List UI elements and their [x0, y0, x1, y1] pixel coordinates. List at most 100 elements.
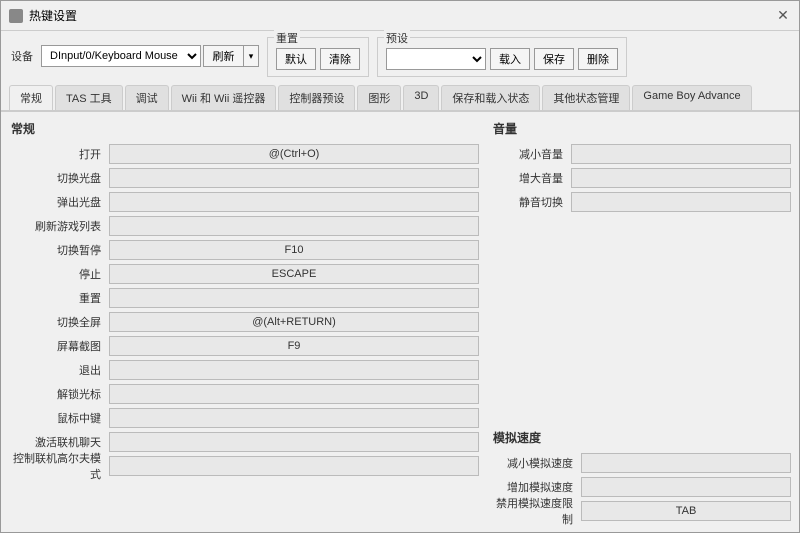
left-rows-container: 打开@(Ctrl+O)切换光盘弹出光盘刷新游戏列表切换暂停F10停止ESCAPE… [9, 143, 479, 479]
close-button[interactable]: ✕ [775, 8, 791, 24]
default-button[interactable]: 默认 [276, 48, 316, 70]
load-button[interactable]: 载入 [490, 48, 530, 70]
hotkey-label: 激活联机聊天 [9, 434, 109, 450]
hotkey-label: 打开 [9, 146, 109, 162]
hotkey-label: 控制联机高尔夫模式 [9, 450, 109, 482]
tab-controller_preset[interactable]: 控制器预设 [278, 85, 355, 110]
hotkey-label: 重置 [9, 290, 109, 306]
refresh-button[interactable]: 刷新 [203, 45, 243, 67]
hotkey-input[interactable] [109, 408, 479, 428]
device-select[interactable]: DInput/0/Keyboard Mouse [41, 45, 201, 67]
emulation-rows-container: 减小模拟速度增加模拟速度禁用模拟速度限制TAB [491, 452, 791, 524]
volume-label: 减小音量 [491, 146, 571, 162]
volume-label: 增大音量 [491, 170, 571, 186]
left-panel: 常规 打开@(Ctrl+O)切换光盘弹出光盘刷新游戏列表切换暂停F10停止ESC… [9, 120, 479, 524]
emulation-row: 禁用模拟速度限制TAB [491, 500, 791, 522]
emulation-row: 减小模拟速度 [491, 452, 791, 474]
hotkey-row: 停止ESCAPE [9, 263, 479, 285]
device-label: 设备 [11, 48, 33, 64]
right-spacer [491, 217, 791, 307]
hotkey-row: 解锁光标 [9, 383, 479, 405]
left-section-title: 常规 [9, 120, 479, 137]
title-bar-left: 热键设置 [9, 7, 77, 24]
hotkey-input[interactable] [109, 288, 479, 308]
tabs-bar: 常规TAS 工具调试Wii 和 Wii 遥控器控制器预设图形3D保存和载入状态其… [1, 81, 799, 112]
hotkey-label: 刷新游戏列表 [9, 218, 109, 234]
hotkey-label: 停止 [9, 266, 109, 282]
hotkey-label: 切换暂停 [9, 242, 109, 258]
preset-section: 预设 载入 保存 删除 [377, 37, 627, 77]
hotkey-row: 打开@(Ctrl+O) [9, 143, 479, 165]
volume-label: 静音切换 [491, 194, 571, 210]
main-content: 常规 打开@(Ctrl+O)切换光盘弹出光盘刷新游戏列表切换暂停F10停止ESC… [1, 112, 799, 532]
volume-input[interactable] [571, 168, 791, 188]
tab-gba[interactable]: Game Boy Advance [632, 85, 751, 110]
tab-wii[interactable]: Wii 和 Wii 遥控器 [171, 85, 277, 110]
emulation-label: 减小模拟速度 [491, 455, 581, 471]
hotkey-input[interactable] [109, 456, 479, 476]
hotkey-row: 鼠标中键 [9, 407, 479, 429]
volume-row: 减小音量 [491, 143, 791, 165]
tab-other_state[interactable]: 其他状态管理 [542, 85, 630, 110]
hotkey-label: 鼠标中键 [9, 410, 109, 426]
hotkey-label: 弹出光盘 [9, 194, 109, 210]
window-icon [9, 9, 23, 23]
toolbar: 设备 DInput/0/Keyboard Mouse 刷新 ▾ 重置 默认 清除… [1, 31, 799, 81]
right-panel: 音量 减小音量增大音量静音切换 模拟速度 减小模拟速度增加模拟速度禁用模拟速度限… [491, 120, 791, 524]
device-section: 设备 [11, 48, 33, 64]
title-bar: 热键设置 ✕ [1, 1, 799, 31]
emulation-input[interactable] [581, 453, 791, 473]
volume-row: 静音切换 [491, 191, 791, 213]
hotkey-input[interactable]: F9 [109, 336, 479, 356]
hotkey-input[interactable]: F10 [109, 240, 479, 260]
emulation-input[interactable]: TAB [581, 501, 791, 521]
hotkey-row: 退出 [9, 359, 479, 381]
hotkey-row: 切换全屏@(Alt+RETURN) [9, 311, 479, 333]
hotkey-row: 刷新游戏列表 [9, 215, 479, 237]
hotkey-input[interactable] [109, 384, 479, 404]
window-title: 热键设置 [29, 7, 77, 24]
hotkey-label: 解锁光标 [9, 386, 109, 402]
tab-debug[interactable]: 调试 [125, 85, 169, 110]
volume-input[interactable] [571, 144, 791, 164]
volume-title: 音量 [491, 120, 791, 137]
hotkey-input[interactable] [109, 360, 479, 380]
hotkey-row: 切换暂停F10 [9, 239, 479, 261]
refresh-arrow[interactable]: ▾ [243, 45, 259, 67]
hotkey-input[interactable]: @(Alt+RETURN) [109, 312, 479, 332]
hotkey-row: 屏幕截图F9 [9, 335, 479, 357]
volume-row: 增大音量 [491, 167, 791, 189]
main-window: 热键设置 ✕ 设备 DInput/0/Keyboard Mouse 刷新 ▾ 重… [0, 0, 800, 533]
hotkey-row: 切换光盘 [9, 167, 479, 189]
tab-tas[interactable]: TAS 工具 [55, 85, 123, 110]
device-controls: DInput/0/Keyboard Mouse 刷新 ▾ [41, 45, 259, 67]
hotkey-input[interactable] [109, 168, 479, 188]
hotkey-input[interactable]: @(Ctrl+O) [109, 144, 479, 164]
hotkey-label: 屏幕截图 [9, 338, 109, 354]
hotkey-label: 退出 [9, 362, 109, 378]
tab-save_load[interactable]: 保存和载入状态 [441, 85, 540, 110]
volume-input[interactable] [571, 192, 791, 212]
save-button[interactable]: 保存 [534, 48, 574, 70]
reset-section-title: 重置 [274, 30, 300, 46]
hotkey-row: 弹出光盘 [9, 191, 479, 213]
hotkey-input[interactable] [109, 432, 479, 452]
tab-general[interactable]: 常规 [9, 85, 53, 112]
emulation-input[interactable] [581, 477, 791, 497]
preset-select[interactable] [386, 48, 486, 70]
emulation-title: 模拟速度 [491, 429, 791, 446]
emulation-label: 禁用模拟速度限制 [491, 495, 581, 527]
delete-button[interactable]: 删除 [578, 48, 618, 70]
hotkey-input[interactable] [109, 192, 479, 212]
reset-section: 重置 默认 清除 [267, 37, 369, 77]
hotkey-input[interactable]: ESCAPE [109, 264, 479, 284]
tab-3d[interactable]: 3D [403, 85, 439, 110]
volume-rows-container: 减小音量增大音量静音切换 [491, 143, 791, 215]
hotkey-label: 切换全屏 [9, 314, 109, 330]
clear-button[interactable]: 清除 [320, 48, 360, 70]
hotkey-label: 切换光盘 [9, 170, 109, 186]
hotkey-row: 控制联机高尔夫模式 [9, 455, 479, 477]
hotkey-input[interactable] [109, 216, 479, 236]
tab-graphics[interactable]: 图形 [357, 85, 401, 110]
emulation-label: 增加模拟速度 [491, 479, 581, 495]
